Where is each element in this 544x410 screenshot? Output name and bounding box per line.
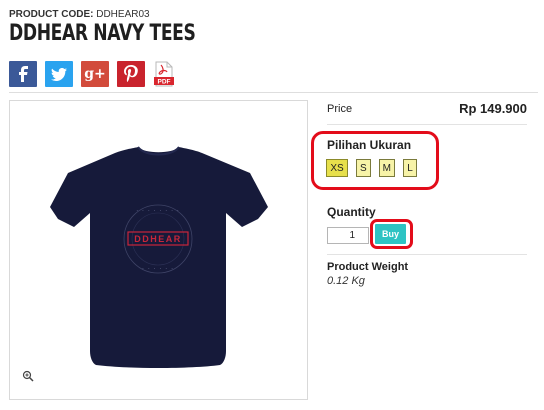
product-image-frame[interactable]: · · · · · · · · · · · · · · DDHEAR	[9, 100, 308, 400]
svg-text:· · · · · · · ·: · · · · · · · ·	[136, 208, 180, 215]
google-plus-icon: g+	[84, 66, 106, 82]
weight-value: 0.12 Kg	[327, 275, 365, 287]
product-title: DDHEAR NAVY TEES	[9, 21, 196, 46]
product-code-value: DDHEAR03	[96, 9, 150, 20]
facebook-share-button[interactable]	[9, 61, 37, 87]
pinterest-share-button[interactable]	[117, 61, 145, 87]
facebook-icon	[19, 66, 28, 82]
product-code: PRODUCT CODE: DDHEAR03	[9, 9, 150, 20]
product-image[interactable]: · · · · · · · · · · · · · · DDHEAR	[10, 101, 307, 399]
price-label: Price	[327, 103, 353, 115]
svg-text:· · · · · ·: · · · · · ·	[142, 266, 174, 273]
product-code-label: PRODUCT CODE:	[9, 9, 94, 20]
google-plus-share-button[interactable]: g+	[81, 61, 109, 87]
price-value: Rp 149.900	[459, 101, 527, 116]
shirt-print-text: DDHEAR	[134, 234, 182, 244]
size-option-s[interactable]: S	[356, 159, 371, 177]
quantity-input[interactable]	[327, 227, 369, 244]
weight-label: Product Weight	[327, 261, 409, 273]
size-options: XS S M L	[326, 159, 418, 177]
twitter-share-button[interactable]	[45, 61, 73, 87]
twitter-icon	[51, 67, 67, 81]
size-option-m[interactable]: M	[378, 159, 396, 177]
quantity-divider	[327, 254, 527, 255]
pdf-label: PDF	[158, 79, 171, 86]
header-divider	[9, 92, 538, 93]
zoom-icon[interactable]	[22, 370, 34, 382]
price-divider	[327, 124, 527, 125]
pdf-icon: PDF	[154, 61, 174, 87]
tshirt-body	[50, 147, 268, 368]
size-option-xs[interactable]: XS	[326, 159, 348, 177]
pinterest-icon	[124, 65, 138, 83]
buy-button[interactable]: Buy	[375, 224, 406, 244]
share-bar: g+ PDF	[9, 61, 175, 87]
quantity-label: Quantity	[327, 205, 376, 219]
pdf-download-button[interactable]: PDF	[153, 61, 175, 87]
size-option-l[interactable]: L	[403, 159, 418, 177]
size-label: Pilihan Ukuran	[327, 138, 412, 152]
